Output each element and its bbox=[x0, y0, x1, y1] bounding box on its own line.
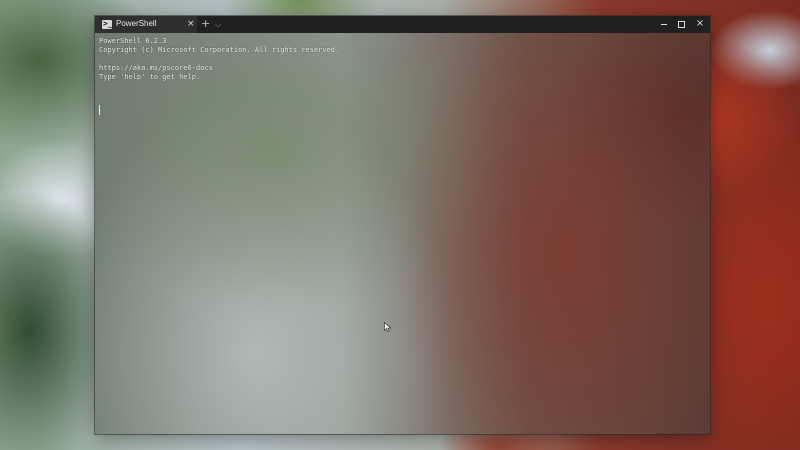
terminal-line: Type 'help' to get help. bbox=[99, 73, 201, 81]
maximize-icon bbox=[678, 21, 685, 28]
minimize-icon bbox=[661, 24, 667, 25]
terminal-line: PowerShell 6.2.3 bbox=[99, 37, 167, 45]
terminal-output[interactable]: PowerShell 6.2.3 Copyright (c) Microsoft… bbox=[95, 33, 710, 434]
mouse-pointer-icon bbox=[384, 322, 392, 332]
terminal-line: Copyright (c) Microsoft Corporation. All… bbox=[99, 46, 340, 54]
text-cursor bbox=[99, 105, 100, 115]
tab-label: PowerShell bbox=[116, 19, 157, 28]
profile-dropdown-button[interactable]: ⌵ bbox=[215, 18, 221, 31]
new-tab-button[interactable]: + bbox=[201, 17, 210, 31]
tab-powershell[interactable]: >_ PowerShell × bbox=[95, 16, 197, 33]
title-bar[interactable]: >_ PowerShell × + ⌵ × bbox=[95, 16, 710, 33]
close-icon: × bbox=[695, 18, 705, 29]
powershell-icon: >_ bbox=[102, 19, 113, 29]
terminal-window[interactable]: >_ PowerShell × + ⌵ × PowerShell 6.2.3 C… bbox=[95, 16, 710, 434]
desktop-background: >_ PowerShell × + ⌵ × PowerShell 6.2.3 C… bbox=[0, 0, 800, 450]
close-button[interactable]: × bbox=[690, 16, 710, 33]
maximize-button[interactable] bbox=[672, 16, 692, 33]
tab-close-button[interactable]: × bbox=[187, 18, 195, 30]
terminal-line: https://aka.ms/pscore6-docs bbox=[99, 64, 213, 72]
